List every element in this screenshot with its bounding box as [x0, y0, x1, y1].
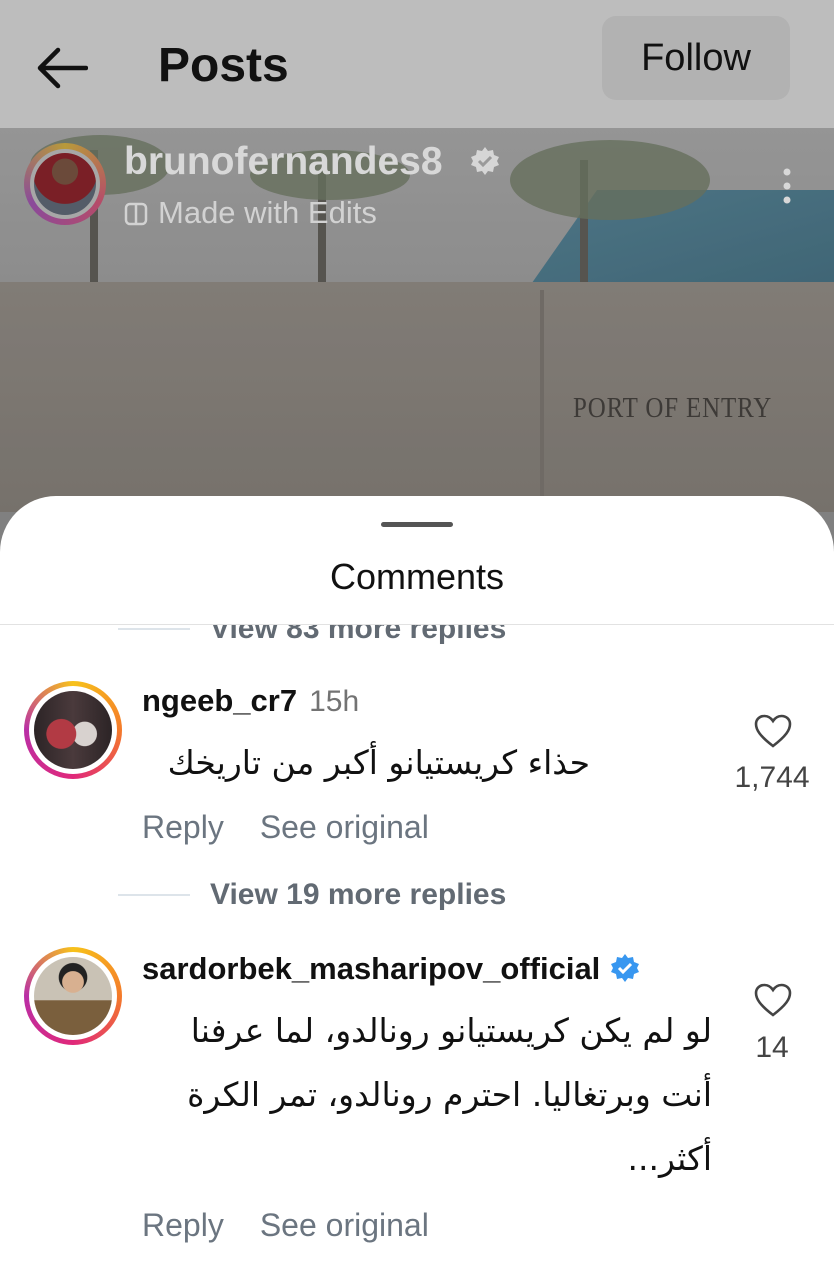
comments-list[interactable]: View 83 more replies ngeeb_cr7 15h حذاء ك…	[0, 625, 834, 1280]
view-replies-link[interactable]: View 83 more replies	[210, 625, 506, 646]
comment-username[interactable]: sardorbek_masharipov_official	[142, 951, 640, 987]
comments-sheet: Comments View 83 more replies ngeeb_cr7 1…	[0, 496, 834, 1280]
commenter-avatar[interactable]	[24, 681, 122, 779]
view-replies-link[interactable]: View 19 more replies	[210, 878, 506, 912]
comment-username[interactable]: ngeeb_cr7 15h	[142, 683, 359, 719]
reply-button[interactable]: Reply	[142, 809, 224, 845]
back-arrow-icon[interactable]	[36, 46, 88, 90]
sheet-title: Comments	[329, 556, 505, 597]
comment-text-line: أكثر...	[627, 1139, 712, 1178]
drag-handle[interactable]	[381, 522, 453, 527]
comment-timestamp: 15h	[309, 685, 360, 718]
see-original-button[interactable]: See original	[260, 809, 429, 845]
comment-actions: Reply See original	[142, 809, 465, 846]
verified-badge-icon	[611, 954, 640, 982]
view-replies-row[interactable]: View 83 more replies	[118, 625, 506, 649]
comment-text-line: لو لم يكن كريستيانو رونالدو، لما عرفنا	[190, 1011, 712, 1050]
follow-button[interactable]: Follow	[602, 16, 790, 100]
replies-line	[118, 894, 190, 896]
page-title: Posts	[158, 39, 289, 92]
like-heart-icon[interactable]	[754, 714, 792, 748]
edits-app-icon	[124, 202, 148, 226]
view-replies-row[interactable]: View 19 more replies	[118, 875, 506, 915]
post-subtitle: Made with Edits	[158, 195, 377, 230]
post-author-username[interactable]: brunofernandes8	[124, 140, 443, 184]
top-bar: Posts Follow	[0, 0, 834, 128]
see-original-button[interactable]: See original	[260, 1207, 429, 1243]
verified-badge-icon	[471, 147, 499, 175]
reply-button[interactable]: Reply	[142, 1207, 224, 1243]
post-author-avatar[interactable]	[24, 143, 106, 225]
comment-username-text[interactable]: sardorbek_masharipov_official	[142, 951, 600, 986]
like-heart-icon[interactable]	[754, 983, 792, 1017]
replies-line	[118, 628, 190, 630]
comment-actions: Reply See original	[142, 1207, 465, 1244]
comment-text: حذاء كريستيانو أكبر من تاريخك	[167, 743, 590, 782]
comment-username-text[interactable]: ngeeb_cr7	[142, 683, 297, 718]
comment-text: لو لم يكن كريستيانو رونالدو، لما عرفنا أ…	[120, 999, 712, 1191]
more-options-icon[interactable]	[782, 166, 792, 206]
like-count: 14	[755, 1031, 789, 1064]
commenter-avatar[interactable]	[24, 947, 122, 1045]
comment-text-line: أنت وبرتغاليا. احترم رونالدو، تمر الكرة	[187, 1075, 712, 1114]
like-count: 1,744	[734, 761, 810, 794]
